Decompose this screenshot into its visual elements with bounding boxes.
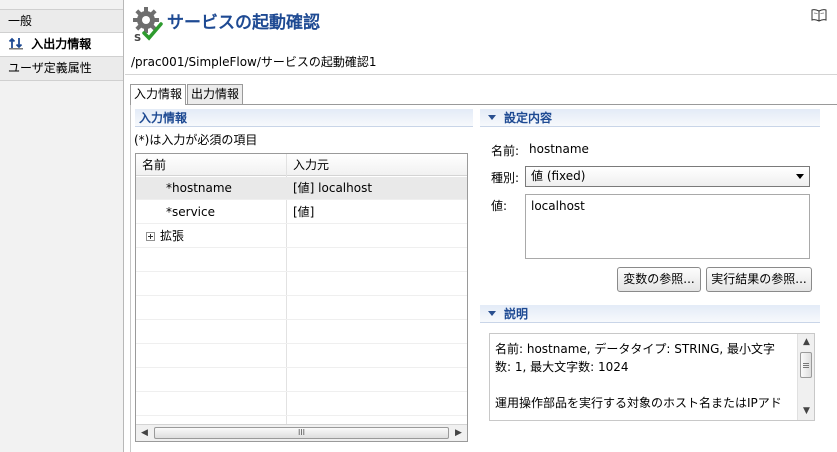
- button-label: 変数の参照...: [623, 272, 695, 286]
- horizontal-scrollbar[interactable]: ◀ III ▶: [136, 424, 467, 441]
- book-icon[interactable]: [811, 8, 827, 22]
- type-select[interactable]: 値 (fixed): [525, 166, 810, 187]
- sidebar-item-user-attributes[interactable]: ユーザ定義属性: [0, 57, 123, 81]
- variable-reference-button[interactable]: 変数の参照...: [617, 267, 701, 292]
- sidebar-item-label: 一般: [8, 14, 33, 28]
- io-arrows-icon: [8, 37, 23, 50]
- table-row-empty: [136, 369, 467, 392]
- expand-plus-icon[interactable]: [146, 232, 155, 241]
- settings-section-header[interactable]: 設定内容: [480, 109, 820, 127]
- scroll-right-icon[interactable]: ▶: [450, 425, 467, 441]
- type-label: 種別:: [491, 171, 520, 185]
- category-sidebar: 一般 入出力情報 ユーザ定義属性: [0, 0, 124, 452]
- table-row[interactable]: *service [値]: [136, 201, 467, 224]
- name-label: 名前:: [491, 144, 520, 158]
- dropdown-arrow-icon: [796, 174, 804, 179]
- row-name: *hostname: [166, 181, 232, 195]
- scroll-thumb[interactable]: [800, 352, 812, 378]
- description-section-header[interactable]: 説明: [480, 305, 820, 323]
- header-divider: [125, 74, 837, 75]
- description-line: 数: 1, 最大文字数: 1024: [495, 360, 629, 374]
- collapse-chevron-icon[interactable]: [488, 311, 496, 316]
- header: S サービスの起動確認: [125, 0, 837, 48]
- description-text: 名前: hostname, データタイプ: STRING, 最小文字 数: 1,…: [495, 340, 795, 412]
- row-source: [値] localhost: [293, 181, 373, 195]
- sidebar-item-label: ユーザ定義属性: [8, 61, 92, 75]
- gear-check-icon: S: [133, 7, 163, 43]
- row-name: 拡張: [160, 229, 185, 243]
- table-row[interactable]: *hostname [値] localhost: [136, 177, 467, 200]
- scroll-left-icon[interactable]: ◀: [136, 425, 153, 441]
- row-source: [値]: [293, 205, 315, 219]
- value-text: localhost: [531, 199, 585, 213]
- input-table: 名前 入力元 *hostname [値] localhost *service …: [135, 153, 468, 442]
- sidebar-item-general[interactable]: 一般: [0, 9, 123, 33]
- value-label: 値:: [491, 199, 508, 213]
- sidebar-item-label: 入出力情報: [31, 37, 92, 51]
- scroll-up-icon[interactable]: ▲: [798, 334, 814, 350]
- section-title: 入力情報: [139, 111, 188, 125]
- button-label: 実行結果の参照...: [711, 272, 807, 286]
- value-textarea[interactable]: localhost: [525, 194, 810, 259]
- required-note: (*)は入力が必須の項目: [134, 133, 258, 147]
- main-panel: S サービスの起動確認 /prac001/SimpleFlow/サービスの起動確…: [125, 0, 837, 452]
- table-row-empty: [136, 297, 467, 320]
- input-info-section-header: 入力情報: [135, 109, 473, 127]
- sidebar-item-io-info[interactable]: 入出力情報: [0, 33, 123, 57]
- vertical-scrollbar[interactable]: ▲ ▼: [797, 334, 814, 420]
- name-value: hostname: [529, 142, 589, 156]
- table-row-empty: [136, 321, 467, 344]
- table-header: 名前 入力元: [136, 154, 467, 176]
- scroll-down-icon[interactable]: ▼: [798, 403, 814, 419]
- collapse-chevron-icon[interactable]: [488, 115, 496, 120]
- description-line: 名前: hostname, データタイプ: STRING, 最小文字: [495, 342, 776, 356]
- description-box: 名前: hostname, データタイプ: STRING, 最小文字 数: 1,…: [489, 333, 815, 421]
- column-header-name[interactable]: 名前: [136, 154, 166, 176]
- table-row-empty: [136, 393, 467, 416]
- row-name: *service: [166, 205, 215, 219]
- tab-output-info[interactable]: 出力情報: [187, 84, 243, 105]
- scroll-grip: III: [297, 428, 306, 437]
- table-row-empty: [136, 345, 467, 368]
- svg-text:S: S: [134, 33, 141, 43]
- component-path: /prac001/SimpleFlow/サービスの起動確認1: [131, 55, 377, 69]
- page-title: サービスの起動確認: [167, 13, 320, 33]
- table-row[interactable]: 拡張: [136, 225, 467, 248]
- section-title: 設定内容: [504, 111, 553, 125]
- section-title: 説明: [504, 307, 529, 321]
- tab-label: 入力情報: [134, 87, 183, 101]
- table-row-empty: [136, 249, 467, 272]
- table-row-empty: [136, 273, 467, 296]
- tab-label: 出力情報: [191, 87, 240, 101]
- tab-input-info[interactable]: 入力情報: [130, 84, 186, 105]
- column-header-source[interactable]: 入力元: [287, 154, 329, 176]
- type-select-value: 値 (fixed): [531, 169, 586, 183]
- result-reference-button[interactable]: 実行結果の参照...: [706, 267, 812, 292]
- scroll-thumb[interactable]: III: [154, 427, 449, 439]
- description-line: 運用操作部品を実行する対象のホスト名またはIPアド: [495, 396, 782, 410]
